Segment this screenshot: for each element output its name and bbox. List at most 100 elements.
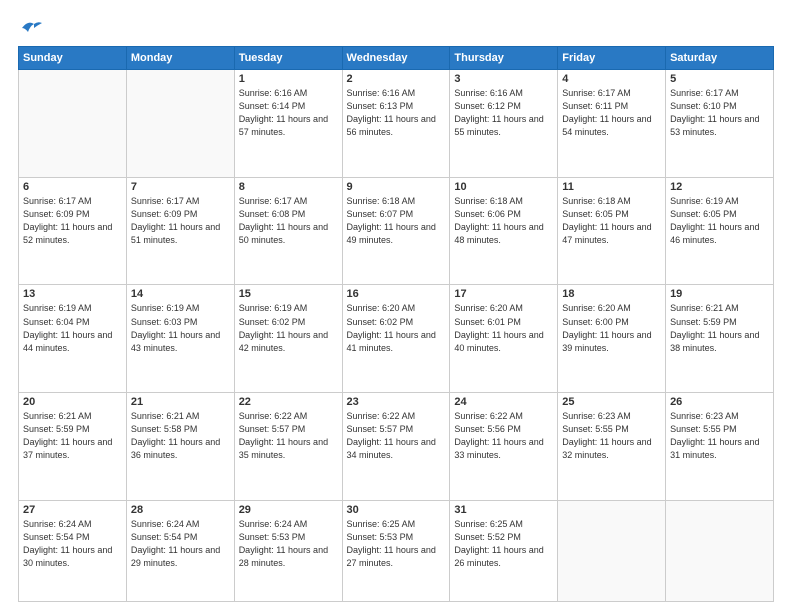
day-number: 18 (562, 288, 661, 300)
calendar-cell: 5Sunrise: 6:17 AM Sunset: 6:10 PM Daylig… (666, 70, 774, 178)
day-info: Sunrise: 6:17 AM Sunset: 6:09 PM Dayligh… (23, 195, 122, 247)
day-info: Sunrise: 6:21 AM Sunset: 5:58 PM Dayligh… (131, 410, 230, 462)
day-number: 15 (239, 288, 338, 300)
calendar-cell: 8 Sunrise: 6:17 AM Sunset: 6:08 PM Daylig… (234, 177, 342, 285)
calendar-cell: 27Sunrise: 6:24 AM Sunset: 5:54 PM Dayli… (19, 500, 127, 601)
calendar-cell: 7 Sunrise: 6:17 AM Sunset: 6:09 PM Daylig… (126, 177, 234, 285)
page: SundayMondayTuesdayWednesdayThursdayFrid… (0, 0, 792, 612)
calendar-cell (126, 70, 234, 178)
day-number: 28 (131, 504, 230, 516)
day-info: Sunrise: 6:19 AM Sunset: 6:05 PM Dayligh… (670, 195, 769, 247)
day-number: 23 (347, 396, 446, 408)
calendar-cell: 6Sunrise: 6:17 AM Sunset: 6:09 PM Daylig… (19, 177, 127, 285)
day-info: Sunrise: 6:17 AM Sunset: 6:08 PM Dayligh… (239, 195, 338, 247)
day-number: 5 (670, 73, 769, 85)
day-number: 22 (239, 396, 338, 408)
day-info: Sunrise: 6:19 AM Sunset: 6:02 PM Dayligh… (239, 302, 338, 354)
day-info: Sunrise: 6:23 AM Sunset: 5:55 PM Dayligh… (562, 410, 661, 462)
calendar-cell: 1 Sunrise: 6:16 AM Sunset: 6:14 PM Daylig… (234, 70, 342, 178)
header (18, 18, 774, 36)
calendar-cell: 22 Sunrise: 6:22 AM Sunset: 5:57 PM Dayli… (234, 393, 342, 501)
day-number: 25 (562, 396, 661, 408)
day-number: 8 (239, 181, 338, 193)
calendar-week-row: 1 Sunrise: 6:16 AM Sunset: 6:14 PM Daylig… (19, 70, 774, 178)
day-info: Sunrise: 6:18 AM Sunset: 6:06 PM Dayligh… (454, 195, 553, 247)
day-info: Sunrise: 6:16 AM Sunset: 6:14 PM Dayligh… (239, 87, 338, 139)
day-info: Sunrise: 6:24 AM Sunset: 5:53 PM Dayligh… (239, 518, 338, 570)
calendar-cell: 25 Sunrise: 6:23 AM Sunset: 5:55 PM Dayli… (558, 393, 666, 501)
day-of-week-header: Tuesday (234, 47, 342, 70)
calendar-cell (666, 500, 774, 601)
calendar-cell: 17Sunrise: 6:20 AM Sunset: 6:01 PM Dayli… (450, 285, 558, 393)
day-info: Sunrise: 6:22 AM Sunset: 5:57 PM Dayligh… (347, 410, 446, 462)
day-number: 24 (454, 396, 553, 408)
day-info: Sunrise: 6:18 AM Sunset: 6:05 PM Dayligh… (562, 195, 661, 247)
logo-bird-icon (20, 18, 42, 36)
calendar-week-row: 13Sunrise: 6:19 AM Sunset: 6:04 PM Dayli… (19, 285, 774, 393)
day-info: Sunrise: 6:17 AM Sunset: 6:11 PM Dayligh… (562, 87, 661, 139)
day-info: Sunrise: 6:25 AM Sunset: 5:53 PM Dayligh… (347, 518, 446, 570)
day-number: 26 (670, 396, 769, 408)
calendar-cell: 28 Sunrise: 6:24 AM Sunset: 5:54 PM Dayli… (126, 500, 234, 601)
day-info: Sunrise: 6:22 AM Sunset: 5:57 PM Dayligh… (239, 410, 338, 462)
day-number: 16 (347, 288, 446, 300)
day-number: 10 (454, 181, 553, 193)
day-number: 31 (454, 504, 553, 516)
day-info: Sunrise: 6:16 AM Sunset: 6:13 PM Dayligh… (347, 87, 446, 139)
day-info: Sunrise: 6:16 AM Sunset: 6:12 PM Dayligh… (454, 87, 553, 139)
day-of-week-header: Thursday (450, 47, 558, 70)
calendar-cell: 29Sunrise: 6:24 AM Sunset: 5:53 PM Dayli… (234, 500, 342, 601)
day-of-week-header: Monday (126, 47, 234, 70)
day-number: 7 (131, 181, 230, 193)
day-number: 13 (23, 288, 122, 300)
day-number: 11 (562, 181, 661, 193)
day-number: 30 (347, 504, 446, 516)
calendar-cell: 9 Sunrise: 6:18 AM Sunset: 6:07 PM Daylig… (342, 177, 450, 285)
day-info: Sunrise: 6:18 AM Sunset: 6:07 PM Dayligh… (347, 195, 446, 247)
day-info: Sunrise: 6:21 AM Sunset: 5:59 PM Dayligh… (670, 302, 769, 354)
day-of-week-header: Saturday (666, 47, 774, 70)
day-number: 4 (562, 73, 661, 85)
calendar-week-row: 27Sunrise: 6:24 AM Sunset: 5:54 PM Dayli… (19, 500, 774, 601)
calendar-cell: 18 Sunrise: 6:20 AM Sunset: 6:00 PM Dayli… (558, 285, 666, 393)
day-number: 12 (670, 181, 769, 193)
day-of-week-header: Sunday (19, 47, 127, 70)
day-info: Sunrise: 6:20 AM Sunset: 6:00 PM Dayligh… (562, 302, 661, 354)
calendar-cell: 21Sunrise: 6:21 AM Sunset: 5:58 PM Dayli… (126, 393, 234, 501)
calendar-cell: 15 Sunrise: 6:19 AM Sunset: 6:02 PM Dayli… (234, 285, 342, 393)
day-number: 19 (670, 288, 769, 300)
day-of-week-header: Wednesday (342, 47, 450, 70)
day-info: Sunrise: 6:25 AM Sunset: 5:52 PM Dayligh… (454, 518, 553, 570)
calendar-cell: 3 Sunrise: 6:16 AM Sunset: 6:12 PM Daylig… (450, 70, 558, 178)
calendar-cell: 13Sunrise: 6:19 AM Sunset: 6:04 PM Dayli… (19, 285, 127, 393)
day-info: Sunrise: 6:24 AM Sunset: 5:54 PM Dayligh… (131, 518, 230, 570)
calendar-cell: 30 Sunrise: 6:25 AM Sunset: 5:53 PM Dayli… (342, 500, 450, 601)
calendar-cell: 4 Sunrise: 6:17 AM Sunset: 6:11 PM Daylig… (558, 70, 666, 178)
day-number: 20 (23, 396, 122, 408)
calendar-cell: 19 Sunrise: 6:21 AM Sunset: 5:59 PM Dayli… (666, 285, 774, 393)
day-number: 2 (347, 73, 446, 85)
day-number: 1 (239, 73, 338, 85)
day-info: Sunrise: 6:21 AM Sunset: 5:59 PM Dayligh… (23, 410, 122, 462)
day-info: Sunrise: 6:22 AM Sunset: 5:56 PM Dayligh… (454, 410, 553, 462)
day-number: 3 (454, 73, 553, 85)
day-number: 14 (131, 288, 230, 300)
calendar-header-row: SundayMondayTuesdayWednesdayThursdayFrid… (19, 47, 774, 70)
day-of-week-header: Friday (558, 47, 666, 70)
calendar-cell: 16 Sunrise: 6:20 AM Sunset: 6:02 PM Dayli… (342, 285, 450, 393)
calendar-cell: 24 Sunrise: 6:22 AM Sunset: 5:56 PM Dayli… (450, 393, 558, 501)
calendar-cell: 2 Sunrise: 6:16 AM Sunset: 6:13 PM Daylig… (342, 70, 450, 178)
calendar-cell: 23 Sunrise: 6:22 AM Sunset: 5:57 PM Dayli… (342, 393, 450, 501)
day-number: 17 (454, 288, 553, 300)
day-number: 9 (347, 181, 446, 193)
day-info: Sunrise: 6:17 AM Sunset: 6:09 PM Dayligh… (131, 195, 230, 247)
calendar-table: SundayMondayTuesdayWednesdayThursdayFrid… (18, 46, 774, 602)
calendar-week-row: 6Sunrise: 6:17 AM Sunset: 6:09 PM Daylig… (19, 177, 774, 285)
day-info: Sunrise: 6:20 AM Sunset: 6:02 PM Dayligh… (347, 302, 446, 354)
calendar-cell (558, 500, 666, 601)
logo (18, 18, 42, 36)
calendar-cell: 14 Sunrise: 6:19 AM Sunset: 6:03 PM Dayli… (126, 285, 234, 393)
day-info: Sunrise: 6:24 AM Sunset: 5:54 PM Dayligh… (23, 518, 122, 570)
day-info: Sunrise: 6:19 AM Sunset: 6:03 PM Dayligh… (131, 302, 230, 354)
calendar-cell (19, 70, 127, 178)
